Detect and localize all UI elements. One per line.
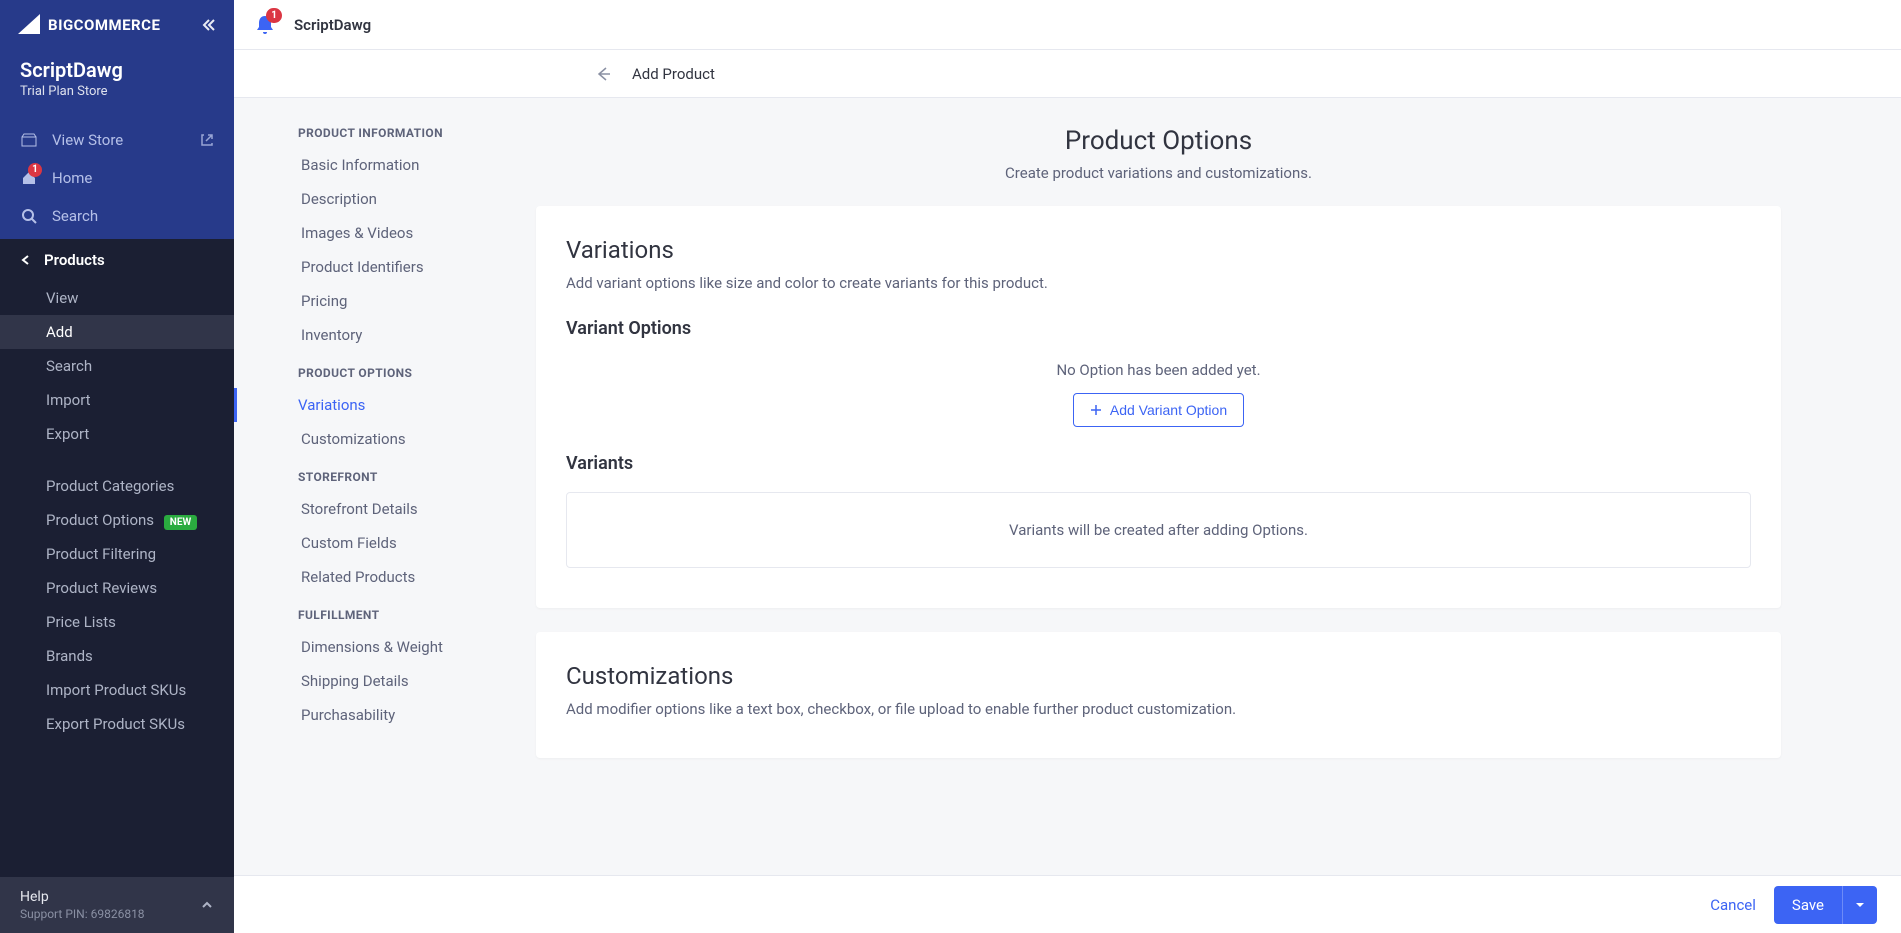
secnav-customizations[interactable]: Customizations — [234, 422, 526, 456]
subnav-export[interactable]: Export — [0, 417, 234, 451]
nav-view-store[interactable]: View Store — [0, 121, 234, 159]
topbar-title: ScriptDawg — [294, 16, 371, 34]
secnav-group-storefront: STOREFRONT — [234, 466, 526, 492]
subheader: Add Product — [234, 50, 1901, 98]
arrow-left-icon — [594, 65, 612, 83]
chevron-left-icon — [20, 254, 32, 266]
section-products[interactable]: Products — [0, 239, 234, 281]
customizations-heading: Customizations — [566, 662, 1751, 690]
secnav-group-fulfillment: FULFILLMENT — [234, 604, 526, 630]
page-title: Product Options — [536, 126, 1781, 156]
subnav-import-skus[interactable]: Import Product SKUs — [0, 673, 234, 707]
external-link-icon — [200, 133, 214, 147]
main: 1 ScriptDawg Add Product PRODUCT INFORMA… — [234, 0, 1901, 933]
nav-home-label: Home — [52, 169, 92, 187]
content-area: Product Options Create product variation… — [526, 98, 1901, 933]
secnav-group-product-options: PRODUCT OPTIONS — [234, 362, 526, 388]
secnav-shipping[interactable]: Shipping Details — [234, 664, 526, 698]
variations-desc: Add variant options like size and color … — [566, 274, 1751, 292]
topbar: 1 ScriptDawg — [234, 0, 1901, 50]
subnav-view[interactable]: View — [0, 281, 234, 315]
subnav-brands[interactable]: Brands — [0, 639, 234, 673]
secnav-images-videos[interactable]: Images & Videos — [234, 216, 526, 250]
secnav-related-products[interactable]: Related Products — [234, 560, 526, 594]
secnav-basic-info[interactable]: Basic Information — [234, 148, 526, 182]
section-title-label: Products — [44, 251, 105, 269]
notifications-bell[interactable]: 1 — [254, 14, 276, 36]
variants-empty-box: Variants will be created after adding Op… — [566, 492, 1751, 568]
save-dropdown-toggle[interactable] — [1842, 886, 1877, 924]
variations-heading: Variations — [566, 236, 1751, 264]
secnav-group-product-info: PRODUCT INFORMATION — [234, 122, 526, 148]
sidebar: BIGCOMMERCE ScriptDawg Trial Plan Store … — [0, 0, 234, 933]
secnav-description[interactable]: Description — [234, 182, 526, 216]
secnav-pricing[interactable]: Pricing — [234, 284, 526, 318]
variant-options-heading: Variant Options — [566, 318, 1751, 339]
customizations-card: Customizations Add modifier options like… — [536, 632, 1781, 758]
secondary-nav: PRODUCT INFORMATION Basic Information De… — [234, 98, 526, 933]
store-info: ScriptDawg Trial Plan Store — [0, 50, 234, 117]
home-badge: 1 — [28, 163, 42, 177]
store-plan: Trial Plan Store — [20, 84, 214, 99]
bell-badge: 1 — [266, 8, 282, 23]
cancel-button[interactable]: Cancel — [1710, 896, 1756, 914]
nav-search[interactable]: Search — [0, 197, 234, 235]
subnav-product-categories[interactable]: Product Categories — [0, 469, 234, 503]
page-subtitle: Create product variations and customizat… — [536, 164, 1781, 182]
save-button-label: Save — [1774, 886, 1842, 924]
store-name: ScriptDawg — [20, 58, 214, 82]
secnav-dimensions[interactable]: Dimensions & Weight — [234, 630, 526, 664]
help-footer[interactable]: Help Support PIN: 69826818 — [0, 877, 234, 933]
secnav-variations[interactable]: Variations — [234, 388, 526, 422]
help-label: Help — [20, 889, 145, 905]
secnav-custom-fields[interactable]: Custom Fields — [234, 526, 526, 560]
subnav-import[interactable]: Import — [0, 383, 234, 417]
footer-bar: Cancel Save — [234, 875, 1901, 933]
secnav-product-identifiers[interactable]: Product Identifiers — [234, 250, 526, 284]
caret-down-icon — [1855, 900, 1865, 910]
nav-view-store-label: View Store — [52, 131, 123, 149]
nav-home[interactable]: 1 Home — [0, 159, 234, 197]
subnav-search[interactable]: Search — [0, 349, 234, 383]
customizations-desc: Add modifier options like a text box, ch… — [566, 700, 1751, 718]
subnav-export-skus[interactable]: Export Product SKUs — [0, 707, 234, 741]
help-pin: Support PIN: 69826818 — [20, 907, 145, 921]
save-button[interactable]: Save — [1774, 886, 1877, 924]
back-button[interactable] — [594, 65, 612, 83]
search-icon — [20, 208, 38, 224]
chevron-up-icon — [200, 898, 214, 912]
add-variant-option-button[interactable]: Add Variant Option — [1073, 393, 1244, 427]
secnav-inventory[interactable]: Inventory — [234, 318, 526, 352]
plus-icon — [1090, 404, 1102, 416]
no-options-text: No Option has been added yet. — [566, 361, 1751, 379]
secnav-storefront-details[interactable]: Storefront Details — [234, 492, 526, 526]
nav-search-label: Search — [52, 207, 98, 225]
variants-heading: Variants — [566, 453, 1751, 474]
variations-card: Variations Add variant options like size… — [536, 206, 1781, 608]
page-breadcrumb: Add Product — [632, 65, 715, 83]
subnav-price-lists[interactable]: Price Lists — [0, 605, 234, 639]
storefront-icon — [20, 132, 38, 148]
subnav-product-reviews[interactable]: Product Reviews — [0, 571, 234, 605]
new-badge: NEW — [164, 515, 197, 530]
collapse-sidebar-icon[interactable] — [200, 17, 216, 33]
add-variant-option-label: Add Variant Option — [1110, 402, 1227, 418]
subnav-product-filtering[interactable]: Product Filtering — [0, 537, 234, 571]
subnav-add[interactable]: Add — [0, 315, 234, 349]
brand-logo: BIGCOMMERCE — [18, 14, 160, 36]
secnav-purchasability[interactable]: Purchasability — [234, 698, 526, 732]
subnav-product-options[interactable]: Product Options NEW — [0, 503, 234, 537]
